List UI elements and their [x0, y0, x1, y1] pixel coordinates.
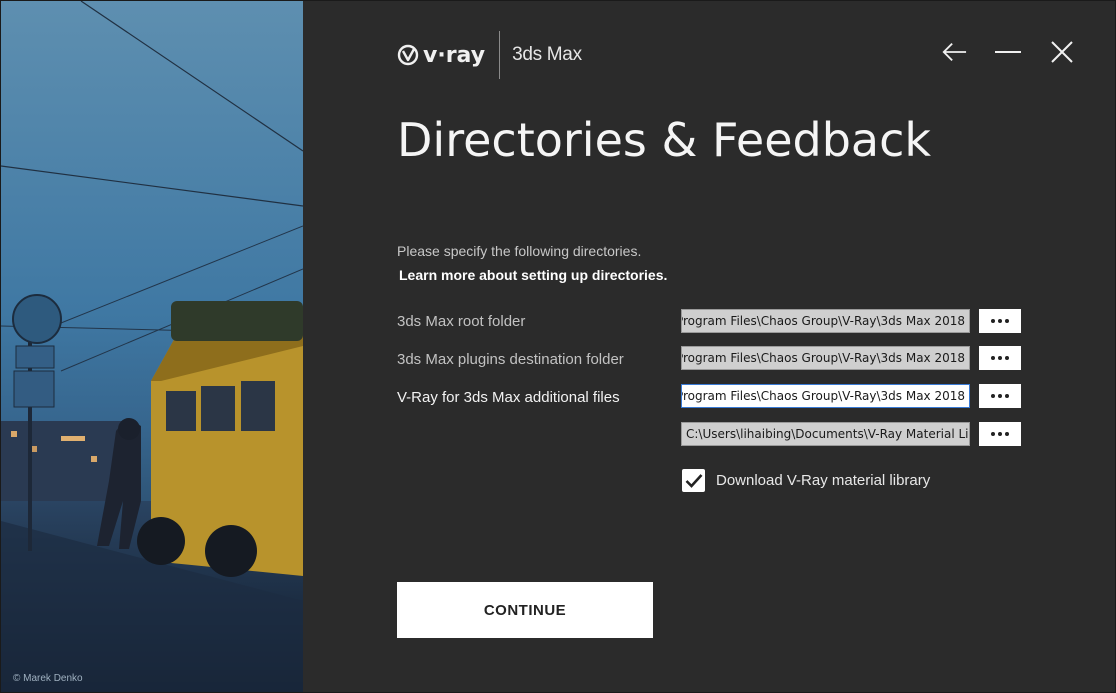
- material-library-browse-button[interactable]: [979, 422, 1021, 446]
- root-folder-browse-button[interactable]: [979, 309, 1021, 333]
- product-name: 3ds Max: [512, 44, 582, 65]
- back-button[interactable]: [941, 39, 967, 65]
- download-library-label: Download V-Ray material library: [716, 472, 931, 489]
- checkmark-icon: [685, 473, 702, 488]
- more-icon: [991, 432, 995, 436]
- window-controls: [941, 39, 1075, 65]
- root-folder-label: 3ds Max root folder: [397, 313, 526, 330]
- download-library-checkbox[interactable]: [682, 469, 705, 492]
- plugins-folder-label: 3ds Max plugins destination folder: [397, 351, 624, 368]
- logo-divider: [499, 31, 501, 79]
- more-icon: [991, 394, 995, 398]
- learn-more-link[interactable]: Learn more about setting up directories.: [399, 267, 667, 283]
- page-title: Directories & Feedback: [397, 113, 932, 167]
- continue-button[interactable]: CONTINUE: [397, 582, 653, 638]
- close-button[interactable]: [1049, 39, 1075, 65]
- installer-window: © Marek Denko v·ray 3ds Max Directories …: [0, 0, 1116, 693]
- intro-text: Please specify the following directories…: [397, 243, 642, 259]
- plugins-folder-input[interactable]: C:\Program Files\Chaos Group\V-Ray\3ds M…: [681, 346, 970, 370]
- additional-files-label: V-Ray for 3ds Max additional files: [397, 389, 620, 406]
- additional-files-input[interactable]: C:\Program Files\Chaos Group\V-Ray\3ds M…: [681, 384, 970, 408]
- vray-logo: v·ray 3ds Max: [397, 31, 582, 79]
- minimize-button[interactable]: [995, 39, 1021, 65]
- plugins-folder-browse-button[interactable]: [979, 346, 1021, 370]
- additional-files-browse-button[interactable]: [979, 384, 1021, 408]
- root-folder-input[interactable]: C:\Program Files\Chaos Group\V-Ray\3ds M…: [681, 309, 970, 333]
- hero-photo: © Marek Denko: [1, 1, 303, 692]
- minimize-icon: [995, 51, 1021, 53]
- vray-logo-icon: [397, 44, 419, 66]
- arrow-left-icon: [942, 42, 967, 62]
- more-icon: [991, 319, 995, 323]
- more-icon: [991, 356, 995, 360]
- logo-text: v·ray: [423, 42, 486, 68]
- close-icon: [1051, 41, 1073, 63]
- material-library-input[interactable]: C:\Users\lihaibing\Documents\V-Ray Mater…: [681, 422, 970, 446]
- photo-credit: © Marek Denko: [13, 673, 83, 684]
